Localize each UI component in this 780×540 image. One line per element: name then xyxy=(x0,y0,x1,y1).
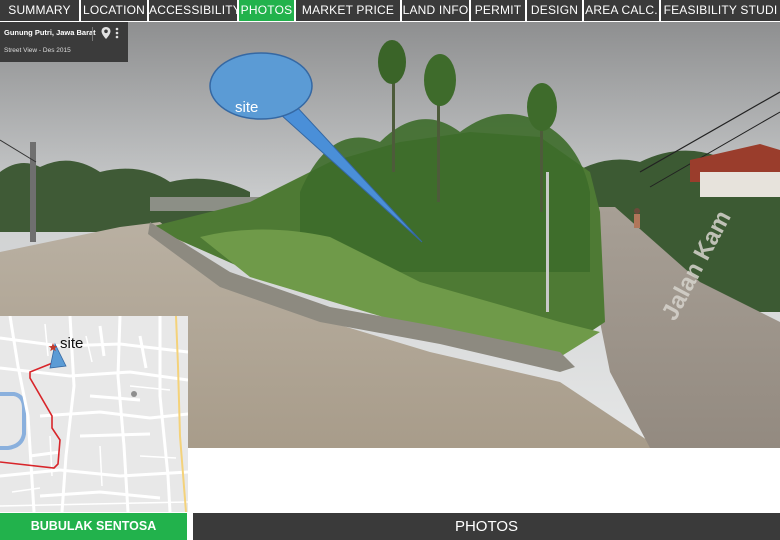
tab-summary[interactable]: SUMMARY xyxy=(0,0,79,21)
street-view-place: Gunung Putri, Jawa Barat xyxy=(4,28,96,37)
section-title-bar: PHOTOS xyxy=(193,513,780,540)
tab-area-calc[interactable]: AREA CALC. xyxy=(584,0,659,21)
tab-design[interactable]: DESIGN xyxy=(527,0,582,21)
tab-location[interactable]: LOCATION xyxy=(81,0,147,21)
map-pin-icon[interactable] xyxy=(100,26,112,40)
map-site-label: site xyxy=(60,335,84,352)
tab-accessibility[interactable]: ACCESSIBILITY xyxy=(149,0,241,21)
street-view-capture-date: Street View - Des 2015 xyxy=(4,47,71,54)
more-vert-icon[interactable] xyxy=(114,26,120,40)
tab-feasibility-studi[interactable]: FEASIBILITY STUDI xyxy=(661,0,780,21)
map-drawing xyxy=(0,316,188,512)
street-view-badge[interactable]: Gunung Putri, Jawa Barat Street View - D… xyxy=(0,22,128,62)
tab-permit[interactable]: PERMIT xyxy=(471,0,525,21)
site-callout-bubble xyxy=(209,52,313,120)
site-callout-label: site xyxy=(235,99,259,116)
top-navigation: SUMMARY LOCATION ACCESSIBILITY PHOTOS MA… xyxy=(0,0,780,22)
tab-land-info[interactable]: LAND INFO xyxy=(402,0,469,21)
project-name-bar: BUBULAK SENTOSA xyxy=(0,513,187,540)
location-inset-map[interactable]: site xyxy=(0,316,188,512)
tab-photos[interactable]: PHOTOS xyxy=(239,0,294,21)
badge-divider xyxy=(92,27,93,41)
tab-market-price[interactable]: MARKET PRICE xyxy=(296,0,400,21)
